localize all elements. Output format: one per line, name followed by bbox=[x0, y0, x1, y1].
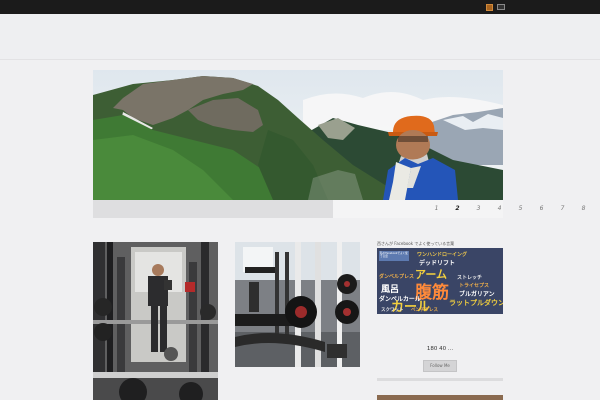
word-cloud-tag: 私のFacebookでよく使う言葉 bbox=[379, 251, 409, 261]
pager-page-5[interactable]: 5 bbox=[510, 200, 531, 218]
pager-page-7[interactable]: 7 bbox=[552, 200, 573, 218]
pager-page-3[interactable]: 3 bbox=[468, 200, 489, 218]
gym-mirror-photo bbox=[93, 242, 218, 400]
cloud-word: トライセプス bbox=[459, 283, 490, 289]
hero-slider-image[interactable] bbox=[93, 70, 503, 200]
hero-photo bbox=[93, 70, 503, 200]
post-card-gym-selfie[interactable] bbox=[93, 242, 218, 400]
pager-page-6[interactable]: 6 bbox=[531, 200, 552, 218]
cloud-word: スクワット bbox=[381, 308, 404, 313]
pager-numbers: 1 2 3 4 5 6 7 8 bbox=[426, 200, 594, 218]
sidebar-image-preview[interactable] bbox=[377, 395, 503, 400]
pager-page-2[interactable]: 2 bbox=[447, 200, 468, 218]
cloud-word: ラットプルダウン bbox=[449, 299, 503, 307]
facebook-word-cloud[interactable]: 私のFacebookでよく使う言葉 ワンハンドローイング デッドリフト アーム … bbox=[377, 248, 503, 314]
cloud-word: ストレッチ bbox=[457, 275, 483, 281]
pager-page-8[interactable]: 8 bbox=[573, 200, 594, 218]
post-card-gym-bench[interactable] bbox=[235, 242, 360, 367]
cloud-word: ダンベルプレス bbox=[379, 274, 415, 280]
followers-count: 180 40 ... bbox=[426, 346, 454, 352]
window-icon[interactable] bbox=[497, 4, 505, 10]
cloud-word: ベンチプレス bbox=[411, 308, 438, 313]
top-bar bbox=[0, 0, 600, 14]
sidebar: 西さんが Facebook でよく使っている言葉 私のFacebookでよく使う… bbox=[377, 240, 503, 400]
sidebar-divider bbox=[377, 378, 503, 381]
follow-button[interactable]: Follow Me bbox=[423, 360, 457, 372]
slider-pager: 1 2 3 4 5 6 7 8 bbox=[93, 200, 585, 218]
slider-progress-track bbox=[93, 200, 333, 218]
cloud-word: ワンハンドローイング bbox=[417, 252, 468, 258]
blogger-icon[interactable] bbox=[486, 4, 493, 11]
pager-page-1[interactable]: 1 bbox=[426, 200, 447, 218]
gym-bench-photo bbox=[235, 242, 360, 367]
pager-page-4[interactable]: 4 bbox=[489, 200, 510, 218]
cloud-word: ブルガリアン bbox=[459, 291, 495, 298]
facebook-words-widget-title: 西さんが Facebook でよく使っている言葉 bbox=[377, 241, 455, 246]
site-header bbox=[0, 14, 600, 60]
